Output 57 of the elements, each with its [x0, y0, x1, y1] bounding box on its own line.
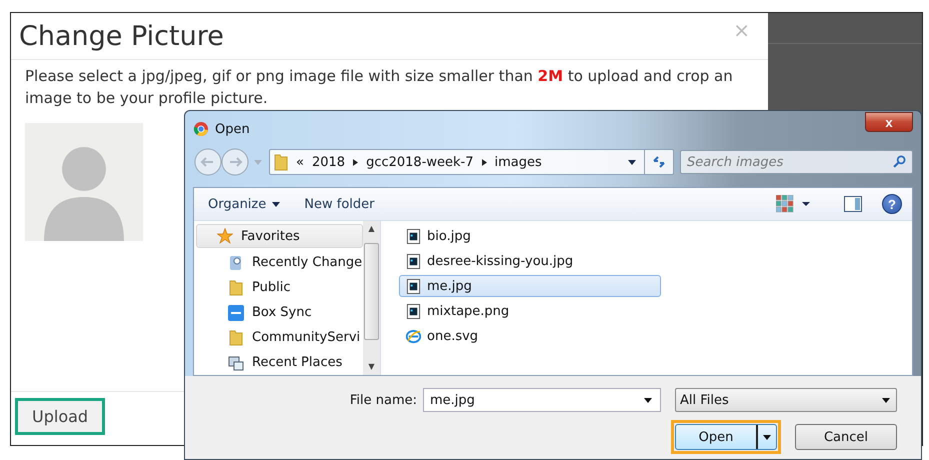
view-options-icon[interactable] [776, 195, 810, 213]
dropdown-icon[interactable] [628, 160, 636, 164]
browser-icon [193, 121, 209, 137]
file-type-dropdown[interactable]: All Files [675, 388, 897, 412]
file-item[interactable]: me.jpg [399, 275, 661, 297]
file-name-field[interactable]: me.jpg [423, 388, 661, 412]
folder-icon [274, 153, 288, 171]
overflow-chevron[interactable]: « [296, 154, 304, 170]
file-item[interactable]: mixtape.png [399, 300, 661, 322]
search-folder-icon [228, 254, 244, 270]
nav-item[interactable]: Box Sync [196, 300, 363, 325]
favorites-header[interactable]: Favorites [196, 224, 363, 248]
dropdown-icon[interactable] [644, 398, 652, 402]
image-file-icon [406, 304, 421, 318]
open-button[interactable]: Open [675, 424, 777, 450]
file-name-label: File name: [350, 392, 417, 408]
image-file-icon [406, 254, 421, 268]
instructions-text: Please select a jpg/jpeg, gif or png image file with size smaller than 2M to upload and crop an image to be your profile picture. [25, 66, 734, 109]
folder-icon [228, 280, 244, 296]
dropdown-icon[interactable] [882, 398, 890, 402]
image-file-icon [406, 278, 421, 294]
file-item[interactable]: desree-kissing-you.jpg [399, 250, 661, 272]
breadcrumb-item[interactable]: gcc2018-week-7 [366, 154, 474, 170]
scroll-up-button[interactable]: ▲ [368, 221, 375, 237]
star-icon [217, 228, 233, 244]
nav-item[interactable]: Public [196, 275, 363, 300]
dialog-title: Open [215, 122, 251, 136]
dropdown-icon[interactable] [763, 434, 771, 440]
file-item[interactable]: bio.jpg [399, 225, 661, 247]
address-bar[interactable]: « 2018 gcc2018-week-7 images [269, 149, 674, 175]
breadcrumb-item[interactable]: images [494, 154, 542, 170]
scroll-down-button[interactable]: ▼ [368, 359, 375, 375]
upload-button[interactable]: Upload [15, 398, 106, 435]
folder-icon [228, 330, 244, 346]
search-icon [893, 155, 906, 168]
browser-file-icon [406, 328, 421, 344]
avatar-placeholder-icon [25, 123, 143, 241]
arrow-icon [482, 158, 487, 166]
organize-button[interactable]: Organize [202, 194, 286, 214]
new-folder-button[interactable]: New folder [298, 194, 380, 214]
cancel-button[interactable]: Cancel [795, 424, 897, 450]
scrollbar-thumb[interactable] [364, 243, 379, 340]
nav-item[interactable]: Recently Change [196, 250, 363, 275]
arrow-icon [353, 158, 358, 166]
help-button[interactable]: ? [882, 194, 902, 214]
preview-pane-icon[interactable] [844, 195, 862, 213]
dropdown-icon [272, 202, 280, 206]
places-icon [228, 354, 244, 370]
nav-item[interactable]: CommunityServi [196, 325, 363, 350]
file-item[interactable]: one.svg [399, 325, 661, 347]
modal-title: Change Picture [19, 20, 224, 52]
nav-item[interactable]: Recent Places [196, 350, 363, 375]
box-sync-icon [228, 304, 244, 320]
search-field[interactable]: Search images [680, 150, 913, 174]
close-button[interactable]: x [865, 112, 913, 132]
image-file-icon [406, 228, 421, 244]
breadcrumb-item[interactable]: 2018 [312, 154, 346, 170]
